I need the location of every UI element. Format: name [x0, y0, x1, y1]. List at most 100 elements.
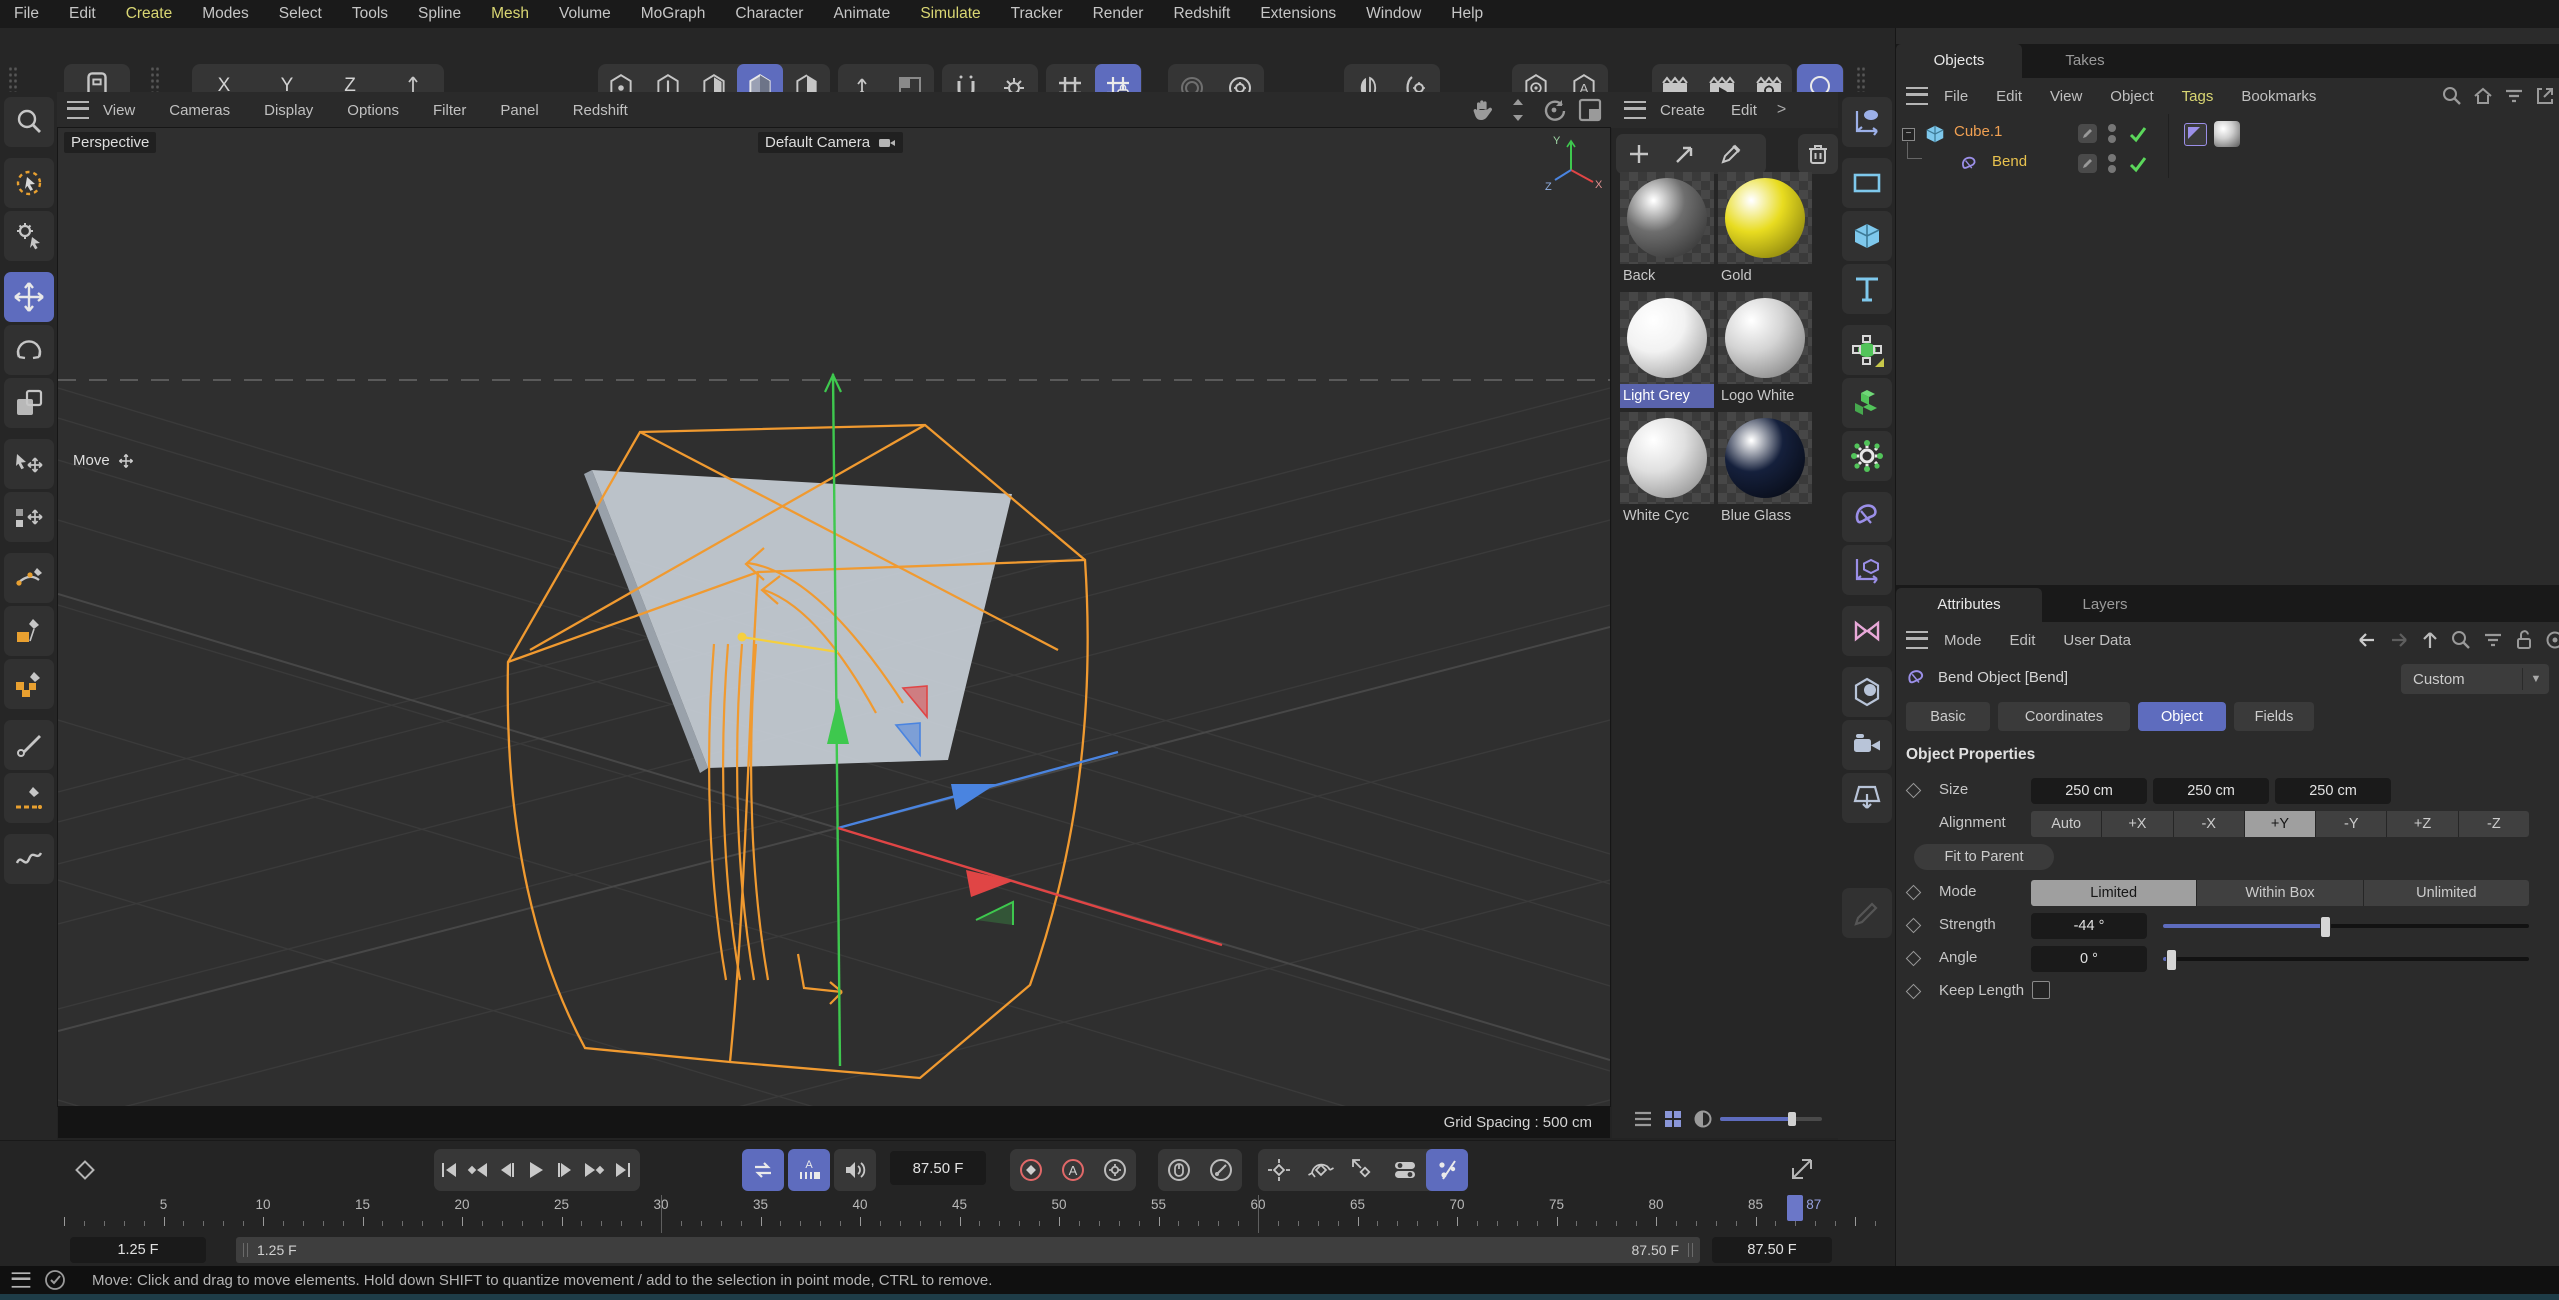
prev-frame-button[interactable]: [492, 1149, 521, 1191]
keying-settings-button[interactable]: [1094, 1149, 1136, 1191]
autokey-button[interactable]: A: [1052, 1149, 1094, 1191]
volume-builder-icon[interactable]: [1842, 378, 1892, 428]
tab-fields[interactable]: Fields: [2234, 702, 2314, 731]
visibility-dot-bottom-2[interactable]: [2108, 165, 2116, 173]
mode-limited[interactable]: Limited: [2031, 880, 2196, 906]
menu-redshift[interactable]: Redshift: [1173, 5, 1230, 23]
key-position-button[interactable]: [1258, 1149, 1300, 1191]
prev-key-button[interactable]: [463, 1149, 492, 1191]
edit-toggle-icon[interactable]: [2078, 124, 2097, 143]
material-logo-white[interactable]: Logo White: [1718, 292, 1812, 408]
tweak-icon[interactable]: [4, 211, 54, 261]
menu-render[interactable]: Render: [1093, 5, 1144, 23]
am-back-icon[interactable]: [2356, 630, 2378, 650]
size-y-field[interactable]: 250 cm: [2153, 778, 2269, 804]
range-left-grip[interactable]: [243, 1243, 248, 1257]
material-gold[interactable]: Gold: [1718, 172, 1812, 288]
spline-primitive-icon[interactable]: [1842, 158, 1892, 208]
menu-select[interactable]: Select: [279, 5, 322, 23]
menu-simulate[interactable]: Simulate: [920, 5, 980, 23]
vp-menu-panel[interactable]: Panel: [500, 102, 538, 119]
rotate-tool-icon[interactable]: [4, 325, 54, 375]
record-key-button[interactable]: [1010, 1149, 1052, 1191]
motext-icon[interactable]: [1842, 264, 1892, 314]
transform-cursor-icon[interactable]: [4, 439, 54, 489]
keyframe-selection-button[interactable]: [1200, 1149, 1242, 1191]
am-lock-open-icon[interactable]: [2514, 629, 2534, 651]
sphere-view-icon[interactable]: [1694, 1110, 1712, 1128]
primitive-cube-icon[interactable]: [1842, 211, 1892, 261]
material-back[interactable]: Back: [1620, 172, 1714, 288]
strength-slider[interactable]: [2163, 913, 2529, 939]
annotate-disabled-icon[interactable]: [1842, 888, 1892, 938]
angle-field[interactable]: 0 °: [2031, 946, 2147, 972]
grid-view-icon[interactable]: [1664, 1110, 1682, 1128]
menu-file[interactable]: File: [14, 5, 39, 23]
tab-coordinates[interactable]: Coordinates: [1998, 702, 2130, 731]
menu-spline[interactable]: Spline: [418, 5, 461, 23]
size-x-field[interactable]: 250 cm: [2031, 778, 2147, 804]
menu-mograph[interactable]: MoGraph: [641, 5, 706, 23]
om-open-window-icon[interactable]: [2534, 85, 2556, 107]
expander-icon[interactable]: −: [1902, 128, 1915, 141]
delete-material-button[interactable]: [1798, 134, 1838, 174]
vp-menu-redshift[interactable]: Redshift: [573, 102, 628, 119]
texture-tag-icon[interactable]: [2214, 121, 2240, 147]
find-icon[interactable]: [4, 97, 54, 147]
spline-pen-icon[interactable]: [4, 553, 54, 603]
viewport-canvas[interactable]: Perspective Default Camera Move Y X Z: [58, 128, 1610, 1106]
keep-length-checkbox[interactable]: [2032, 981, 2050, 999]
om-filter-icon[interactable]: [2503, 85, 2525, 107]
visibility-dot-top-2[interactable]: [2108, 154, 2116, 162]
menu-extensions[interactable]: Extensions: [1260, 5, 1336, 23]
mode-within-box[interactable]: Within Box: [2197, 880, 2362, 906]
menu-character[interactable]: Character: [735, 5, 803, 23]
enabled-check-icon-2[interactable]: [2128, 154, 2148, 174]
viewport-menu-icon[interactable]: [67, 101, 89, 119]
strength-field[interactable]: -44 °: [2031, 913, 2147, 939]
camera-icon[interactable]: [1842, 720, 1892, 770]
align-plus-z[interactable]: +Z: [2387, 811, 2457, 837]
vp-menu-options[interactable]: Options: [347, 102, 399, 119]
align-auto[interactable]: Auto: [2031, 811, 2101, 837]
align-plus-x[interactable]: +X: [2102, 811, 2172, 837]
live-selection-icon[interactable]: [4, 158, 54, 208]
materials-menu-icon[interactable]: [1624, 101, 1646, 119]
om-menu-edit[interactable]: Edit: [1996, 88, 2022, 105]
key-parameter-button[interactable]: [1384, 1149, 1426, 1191]
stage-icon[interactable]: [1842, 773, 1892, 823]
camera-label[interactable]: Default Camera: [758, 132, 903, 153]
preset-dropdown[interactable]: Custom ▼: [2401, 664, 2549, 694]
menu-edit[interactable]: Edit: [69, 5, 96, 23]
visibility-dot-top[interactable]: [2108, 124, 2116, 132]
phong-tag-icon[interactable]: [2184, 123, 2207, 146]
am-search-icon[interactable]: [2450, 629, 2472, 651]
object-name-cube[interactable]: Cube.1: [1954, 123, 2002, 140]
size-z-field[interactable]: 250 cm: [2275, 778, 2391, 804]
scale-tool-icon[interactable]: [4, 378, 54, 428]
timeline-ruler[interactable]: 51015202530354045505560657075808587: [0, 1195, 1895, 1235]
primitive-objects-icon[interactable]: [4, 659, 54, 709]
material-light-grey[interactable]: Light Grey: [1620, 292, 1714, 408]
menu-tracker[interactable]: Tracker: [1011, 5, 1063, 23]
tab-objects[interactable]: Objects: [1896, 44, 2022, 78]
strength-slider-handle[interactable]: [2320, 916, 2331, 938]
am-target-icon[interactable]: [2544, 629, 2559, 651]
tree-row-cube[interactable]: − Cube.1: [1896, 118, 2559, 148]
material-white-cyc[interactable]: White Cyc: [1620, 412, 1714, 528]
am-menu-userdata[interactable]: User Data: [2063, 632, 2131, 649]
am-up-icon[interactable]: [2420, 630, 2440, 650]
goto-end-button[interactable]: [608, 1149, 637, 1191]
assign-material-icon[interactable]: [1662, 134, 1708, 174]
menu-window[interactable]: Window: [1366, 5, 1421, 23]
spline-primitives-icon[interactable]: [4, 606, 54, 656]
key-scale-button[interactable]: [1342, 1149, 1384, 1191]
thumbnail-size-slider[interactable]: [1720, 1117, 1822, 1121]
keep-length-key-icon[interactable]: [1906, 984, 1922, 1000]
orbit-icon[interactable]: [1541, 97, 1567, 123]
preview-range-bar[interactable]: 1.25 F 87.50 F: [236, 1237, 1700, 1263]
menu-modes[interactable]: Modes: [202, 5, 249, 23]
attributes-menu-icon[interactable]: [1906, 631, 1928, 649]
strength-key-icon[interactable]: [1906, 918, 1922, 934]
visibility-dot-bottom[interactable]: [2108, 135, 2116, 143]
